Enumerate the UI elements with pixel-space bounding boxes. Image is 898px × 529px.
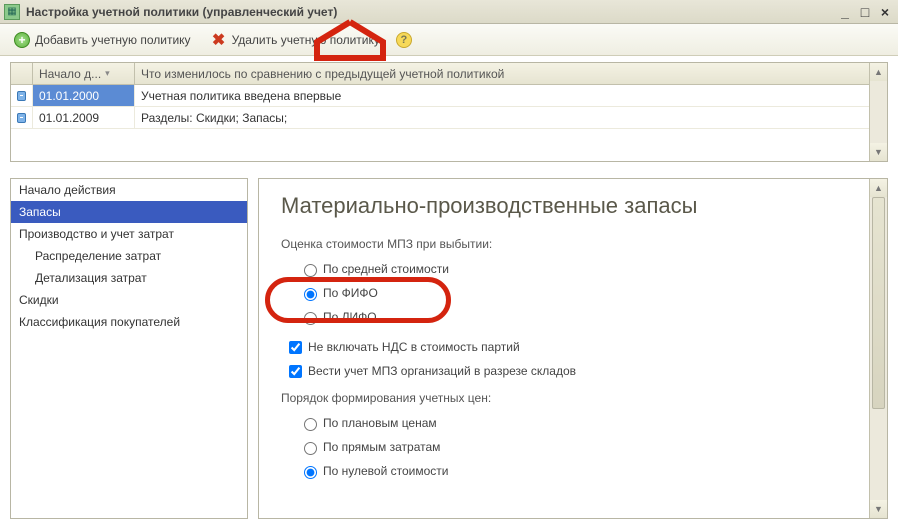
sidebar-item-label: Начало действия	[19, 183, 116, 197]
app-icon: ▦	[4, 4, 20, 20]
table-header-start[interactable]: Начало д... ▾	[33, 63, 135, 84]
sidebar-item-start[interactable]: Начало действия	[11, 179, 247, 201]
checkbox-input[interactable]	[289, 341, 302, 354]
table-header-changes-label: Что изменилось по сравнению с предыдущей…	[141, 67, 504, 81]
scroll-track[interactable]	[870, 197, 887, 500]
table-cell-date: 01.01.2000	[33, 85, 135, 106]
delete-icon: ✖	[211, 32, 227, 48]
radio-input[interactable]	[304, 466, 317, 479]
checkbox-exclude-vat[interactable]: Не включать НДС в стоимость партий	[285, 337, 865, 357]
table-row[interactable]: 01.01.2009 Разделы: Скидки; Запасы;	[11, 107, 869, 129]
table-header-icon[interactable]	[11, 63, 33, 84]
help-button[interactable]: ?	[392, 28, 416, 52]
scroll-thumb[interactable]	[872, 197, 885, 409]
close-button[interactable]: ×	[876, 4, 894, 20]
policy-table: Начало д... ▾ Что изменилось по сравнени…	[10, 62, 888, 162]
minimize-button[interactable]: _	[836, 4, 854, 20]
radio-input[interactable]	[304, 312, 317, 325]
scroll-track[interactable]	[870, 81, 887, 143]
table-cell-date: 01.01.2009	[33, 107, 135, 128]
table-scrollbar[interactable]: ▲ ▼	[869, 63, 887, 161]
checkbox-label: Не включать НДС в стоимость партий	[308, 340, 520, 354]
checkbox-label: Вести учет МПЗ организаций в разрезе скл…	[308, 364, 576, 378]
sidebar-item-label: Производство и учет затрат	[19, 227, 174, 241]
add-policy-button[interactable]: + Добавить учетную политику	[6, 28, 199, 52]
sidebar-item-cost-distribution[interactable]: Распределение затрат	[11, 245, 247, 267]
radio-label: По средней стоимости	[323, 262, 449, 276]
sidebar-item-label: Классификация покупателей	[19, 315, 180, 329]
radio-direct-costs[interactable]: По прямым затратам	[299, 437, 865, 457]
content-scrollbar[interactable]: ▲ ▼	[869, 179, 887, 518]
toolbar: + Добавить учетную политику ✖ Удалить уч…	[0, 24, 898, 56]
price-order-label: Порядок формирования учетных цен:	[281, 391, 865, 405]
radio-avg-cost[interactable]: По средней стоимости	[299, 259, 865, 279]
sidebar: Начало действия Запасы Производство и уч…	[10, 178, 248, 519]
scroll-down-icon[interactable]: ▼	[870, 500, 887, 518]
radio-label: По ЛИФО	[323, 310, 377, 324]
row-icon	[17, 91, 26, 101]
table-cell-changes: Учетная политика введена впервые	[135, 85, 869, 106]
checkbox-per-warehouse[interactable]: Вести учет МПЗ организаций в разрезе скл…	[285, 361, 865, 381]
sidebar-item-label: Скидки	[19, 293, 59, 307]
radio-input[interactable]	[304, 288, 317, 301]
add-policy-label: Добавить учетную политику	[35, 33, 191, 47]
radio-lifo[interactable]: По ЛИФО	[299, 307, 865, 327]
sidebar-item-label: Детализация затрат	[35, 271, 147, 285]
window-title: Настройка учетной политики (управленческ…	[26, 5, 834, 19]
radio-fifo[interactable]: По ФИФО	[299, 283, 865, 303]
sidebar-item-discounts[interactable]: Скидки	[11, 289, 247, 311]
radio-input[interactable]	[304, 418, 317, 431]
table-row[interactable]: 01.01.2000 Учетная политика введена впер…	[11, 85, 869, 107]
radio-label: По прямым затратам	[323, 440, 440, 454]
scroll-down-icon[interactable]: ▼	[870, 143, 887, 161]
radio-label: По нулевой стоимости	[323, 464, 448, 478]
cost-method-label: Оценка стоимости МПЗ при выбытии:	[281, 237, 865, 251]
radio-input[interactable]	[304, 264, 317, 277]
sidebar-item-production[interactable]: Производство и учет затрат	[11, 223, 247, 245]
content-heading: Материально-производственные запасы	[281, 193, 865, 219]
titlebar: ▦ Настройка учетной политики (управленче…	[0, 0, 898, 24]
radio-zero-cost[interactable]: По нулевой стоимости	[299, 461, 865, 481]
content-panel: Материально-производственные запасы Оцен…	[258, 178, 888, 519]
scroll-up-icon[interactable]: ▲	[870, 63, 887, 81]
radio-label: По плановым ценам	[323, 416, 437, 430]
radio-planned-prices[interactable]: По плановым ценам	[299, 413, 865, 433]
radio-input[interactable]	[304, 442, 317, 455]
table-header-changes[interactable]: Что изменилось по сравнению с предыдущей…	[135, 63, 869, 84]
table-header: Начало д... ▾ Что изменилось по сравнени…	[11, 63, 869, 85]
scroll-up-icon[interactable]: ▲	[870, 179, 887, 197]
help-icon: ?	[396, 32, 412, 48]
sidebar-item-classification[interactable]: Классификация покупателей	[11, 311, 247, 333]
table-cell-changes: Разделы: Скидки; Запасы;	[135, 107, 869, 128]
sidebar-item-cost-detail[interactable]: Детализация затрат	[11, 267, 247, 289]
maximize-button[interactable]: □	[856, 4, 874, 20]
delete-policy-label: Удалить учетную политику	[232, 33, 380, 47]
delete-policy-button[interactable]: ✖ Удалить учетную политику	[203, 28, 388, 52]
sidebar-item-label: Запасы	[19, 205, 61, 219]
sidebar-item-label: Распределение затрат	[35, 249, 161, 263]
sidebar-item-inventory[interactable]: Запасы	[11, 201, 247, 223]
checkbox-input[interactable]	[289, 365, 302, 378]
table-header-start-label: Начало д...	[39, 67, 101, 81]
sort-indicator-icon: ▾	[105, 68, 110, 79]
plus-icon: +	[14, 32, 30, 48]
row-icon	[17, 113, 26, 123]
radio-label: По ФИФО	[323, 286, 378, 300]
